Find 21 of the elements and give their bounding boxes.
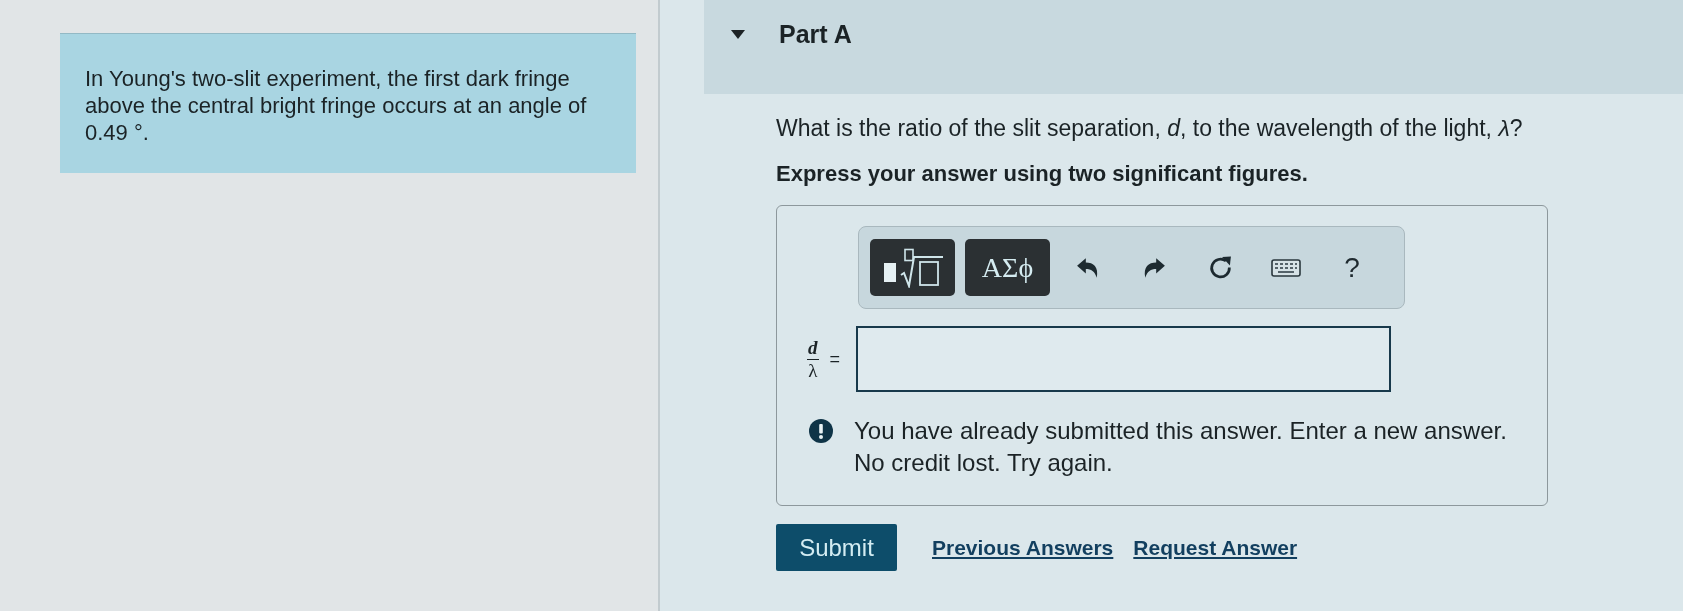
redo-icon (1142, 256, 1166, 279)
feedback-message: You have already submitted this answer. Enter a new answer. No credit lost. Try again. (854, 416, 1508, 478)
greek-symbols-button[interactable]: ΑΣϕ (965, 239, 1050, 296)
request-answer-link[interactable]: Request Answer (1133, 535, 1298, 560)
undo-icon (1076, 256, 1100, 279)
circular-arrow-icon (1207, 255, 1233, 280)
answer-input[interactable] (856, 326, 1391, 392)
part-toggle[interactable]: Part A (731, 20, 852, 48)
fraction-denominator: λ (808, 359, 818, 381)
warning-icon (809, 419, 833, 443)
help-button[interactable]: ? (1324, 239, 1380, 296)
equals-sign: = (829, 348, 840, 370)
fraction-numerator: d (807, 337, 819, 360)
question-text: What is the ratio of the slit separation, d, to the wavelength of the light, λ? (776, 115, 1524, 141)
previous-answers-link[interactable]: Previous Answers (932, 535, 1114, 560)
submit-button[interactable]: Submit (776, 524, 897, 571)
radical-template-icon (881, 247, 944, 288)
problem-statement: In Young's two-slit experiment, the first dark fringe above the central bright fringe occurs at an angle of 0.49 °. (60, 33, 636, 173)
instruction-text: Express your answer using two significant figures. (776, 161, 1309, 187)
templates-button[interactable] (870, 239, 955, 296)
keyboard-icon (1271, 258, 1301, 277)
